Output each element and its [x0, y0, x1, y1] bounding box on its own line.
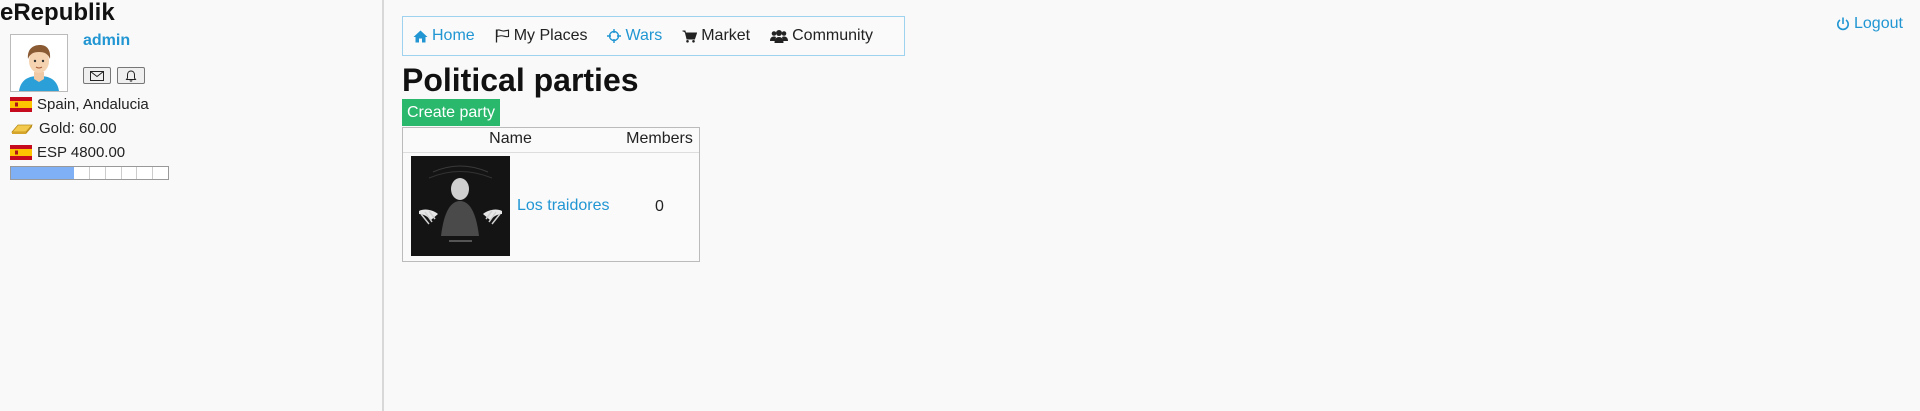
nav-wars[interactable]: Wars [607, 27, 662, 45]
home-icon [413, 30, 428, 42]
currency-row: ESP 4800.00 [10, 142, 125, 162]
flag-icon [495, 29, 509, 43]
sidebar: eRepublik admin Spain, Andalucia Gold: 6… [0, 0, 384, 411]
nav-my-places[interactable]: My Places [495, 27, 587, 45]
column-header-name: Name [489, 130, 532, 147]
username-link[interactable]: admin [83, 32, 130, 50]
column-header-members: Members [626, 130, 693, 147]
gold-row: Gold: 60.00 [10, 118, 117, 138]
party-name-link[interactable]: Los traidores [517, 197, 610, 215]
create-party-button[interactable]: Create party [402, 99, 500, 126]
party-members-count: 0 [655, 198, 664, 215]
party-logo-image [411, 156, 510, 256]
location-text: Spain, Andalucia [37, 95, 149, 113]
parties-table: Name Members Los traidores 0 [402, 127, 700, 262]
power-icon [1837, 17, 1849, 31]
gold-bar-icon [11, 124, 33, 134]
cart-icon [682, 30, 698, 43]
nav-community[interactable]: Community [770, 27, 873, 45]
party-logo[interactable] [411, 156, 510, 256]
table-row: Los traidores 0 [403, 153, 699, 261]
main-navbar: Home My Places Wars Market Community [402, 16, 905, 56]
notifications-button[interactable] [117, 67, 145, 84]
bell-icon [125, 69, 137, 82]
progress-fill [11, 167, 74, 179]
spain-flag-icon [10, 144, 32, 160]
experience-progress-bar [10, 166, 169, 180]
users-icon [770, 29, 789, 43]
currency-amount: ESP 4800.00 [37, 143, 126, 161]
messages-button[interactable] [83, 67, 111, 84]
page-title: Political parties [402, 62, 639, 98]
envelope-icon [90, 70, 104, 81]
logout-link[interactable]: Logout [1836, 15, 1903, 33]
crosshairs-icon [607, 29, 622, 43]
app-title: eRepublik [0, 0, 115, 26]
location-row: Spain, Andalucia [10, 94, 149, 114]
avatar-image [11, 35, 67, 91]
nav-home[interactable]: Home [413, 27, 475, 45]
gold-amount: Gold: 60.00 [39, 119, 117, 137]
nav-market[interactable]: Market [682, 27, 750, 45]
avatar[interactable] [10, 34, 68, 92]
spain-flag-icon [10, 96, 32, 112]
